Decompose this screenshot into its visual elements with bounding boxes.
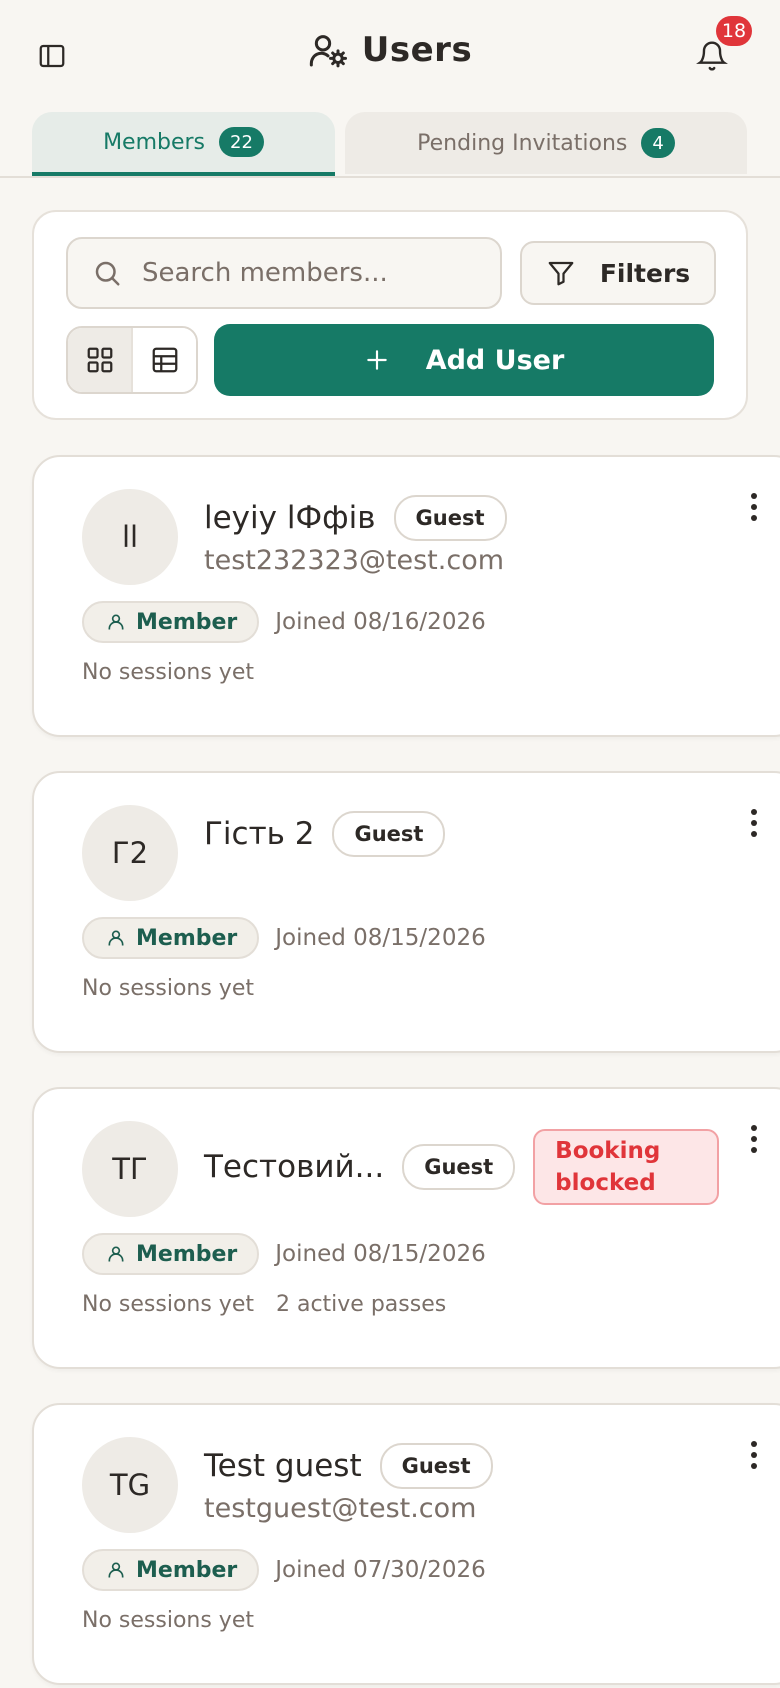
tab-label: Members: [103, 129, 206, 155]
member-email: test232323@test.com: [204, 545, 505, 576]
role-label: Member: [136, 609, 238, 635]
user-icon: [108, 1562, 124, 1578]
search-input[interactable]: [140, 257, 464, 289]
more-vertical-icon: [751, 515, 757, 521]
member-name-row: Гість 2 Guest: [204, 811, 446, 857]
member-name-row: Тестовий... Guest Booking blocked: [204, 1129, 720, 1205]
member-name: Test guest: [204, 1448, 362, 1484]
role-badge: Member: [82, 601, 260, 643]
tab-pending-invitations[interactable]: Pending Invitations 4: [345, 112, 747, 174]
member-name-row: Test guest Guest: [204, 1443, 493, 1489]
member-role-row: Member Joined 08/15/2026: [82, 1233, 486, 1275]
joined-date: Joined 08/16/2026: [275, 609, 486, 635]
avatar: Г2: [82, 805, 178, 901]
member-card[interactable]: TG Test guest Guest testguest@test.com M…: [32, 1403, 780, 1685]
role-badge: Member: [82, 1233, 260, 1275]
tab-count-badge: 22: [219, 127, 264, 157]
tab-count-badge: 4: [641, 128, 675, 158]
joined-date: Joined 08/15/2026: [275, 1241, 486, 1267]
member-card[interactable]: ТГ Тестовий... Guest Booking blocked Mem…: [32, 1087, 780, 1369]
member-name: Тестовий...: [204, 1149, 385, 1185]
add-user-label: Add User: [425, 344, 565, 376]
member-role-row: Member Joined 08/16/2026: [82, 601, 486, 643]
member-role-row: Member Joined 08/15/2026: [82, 917, 486, 959]
more-vertical-icon: [751, 1147, 757, 1153]
table-view-button[interactable]: [131, 328, 196, 392]
plus-icon: [366, 350, 387, 370]
member-card[interactable]: Г2 Гість 2 Guest Member Joined 08/15/202…: [32, 771, 780, 1053]
table-icon: [152, 347, 177, 373]
more-vertical-icon: [751, 831, 757, 837]
role-label: Member: [136, 925, 238, 951]
more-options-button[interactable]: [742, 489, 766, 525]
bell-icon: [696, 41, 728, 71]
joined-date: Joined 07/30/2026: [275, 1557, 486, 1583]
more-options-button[interactable]: [742, 805, 766, 841]
filters-button[interactable]: Filters: [520, 241, 716, 305]
guest-badge: Guest: [379, 1443, 493, 1489]
joined-date: Joined 08/15/2026: [275, 925, 486, 951]
search-icon: [95, 261, 120, 286]
users-gear-icon: [309, 35, 347, 68]
more-vertical-icon: [751, 1125, 757, 1131]
sessions-text: No sessions yet: [82, 1608, 254, 1633]
user-icon: [108, 930, 124, 946]
role-label: Member: [136, 1241, 238, 1267]
app-header: Users 18: [0, 0, 780, 110]
search-box[interactable]: [66, 237, 502, 309]
more-vertical-icon: [751, 809, 757, 815]
more-vertical-icon: [751, 820, 757, 826]
tab-bar: Members 22 Pending Invitations 4: [0, 110, 780, 178]
add-user-button[interactable]: Add User: [214, 324, 714, 396]
tab-members[interactable]: Members 22: [32, 112, 335, 176]
sessions-text: No sessions yet: [82, 976, 254, 1001]
user-icon: [108, 614, 124, 630]
more-vertical-icon: [751, 1441, 757, 1447]
page-title-group: Users: [0, 30, 780, 70]
booking-blocked-badge: Booking blocked: [533, 1129, 720, 1205]
member-role-row: Member Joined 07/30/2026: [82, 1549, 486, 1591]
member-card[interactable]: ll leyiy lФфів Guest test232323@test.com…: [32, 455, 780, 737]
view-mode-toggle: [66, 326, 198, 394]
guest-badge: Guest: [332, 811, 446, 857]
role-badge: Member: [82, 917, 260, 959]
filter-icon: [548, 261, 574, 286]
sessions-text: No sessions yet: [82, 1292, 254, 1317]
role-label: Member: [136, 1557, 238, 1583]
sessions-text: No sessions yet: [82, 660, 254, 685]
more-options-button[interactable]: [742, 1437, 766, 1473]
active-passes-text: 2 active passes: [275, 1292, 447, 1317]
member-name: Гість 2: [204, 816, 315, 852]
member-stats: No sessions yet 2 active passes: [82, 1292, 446, 1317]
avatar: TG: [82, 1437, 178, 1533]
filters-label: Filters: [599, 258, 691, 288]
avatar: ТГ: [82, 1121, 178, 1217]
more-vertical-icon: [751, 1452, 757, 1458]
guest-badge: Guest: [402, 1144, 516, 1190]
members-toolbar: Filters Add User: [32, 210, 748, 420]
avatar: ll: [82, 489, 178, 585]
member-name-row: leyiy lФфів Guest: [204, 495, 507, 541]
guest-badge: Guest: [393, 495, 507, 541]
page-title: Users: [361, 30, 473, 70]
user-icon: [108, 1246, 124, 1262]
member-name: leyiy lФфів: [204, 500, 376, 536]
member-stats: No sessions yet: [82, 976, 254, 1001]
more-vertical-icon: [751, 1463, 757, 1469]
member-stats: No sessions yet: [82, 1608, 254, 1633]
tab-label: Pending Invitations: [417, 130, 628, 156]
member-stats: No sessions yet: [82, 660, 254, 685]
member-email: testguest@test.com: [204, 1493, 477, 1524]
notification-count-badge: 18: [716, 16, 752, 46]
grid-view-button[interactable]: [68, 328, 131, 392]
more-vertical-icon: [751, 493, 757, 499]
more-vertical-icon: [751, 504, 757, 510]
more-vertical-icon: [751, 1136, 757, 1142]
role-badge: Member: [82, 1549, 260, 1591]
more-options-button[interactable]: [742, 1121, 766, 1157]
grid-icon: [87, 347, 112, 373]
